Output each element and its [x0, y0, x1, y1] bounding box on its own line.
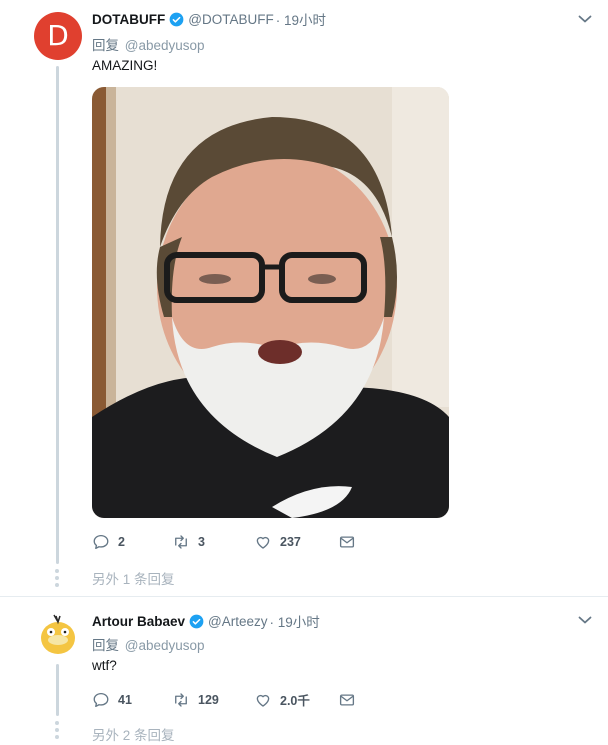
tweet-header: DOTABUFF @DOTABUFF · 19小时 [92, 9, 326, 29]
handle[interactable]: @DOTABUFF [188, 12, 273, 27]
envelope-icon [339, 536, 355, 548]
chevron-down-icon[interactable] [578, 615, 592, 625]
like-count: 2.0千 [280, 694, 310, 708]
like-button[interactable]: 2.0千 [254, 690, 338, 709]
reply-count: 41 [118, 692, 132, 707]
thread-dots [55, 721, 60, 742]
heart-icon [256, 536, 270, 549]
handle[interactable]: @Arteezy [208, 614, 267, 629]
psyduck-avatar-image [34, 610, 82, 658]
reply-to-link[interactable]: @abedyusop [125, 638, 205, 653]
reply-icon [93, 692, 109, 707]
reply-count: 2 [118, 535, 125, 549]
tweet-dotabuff: D DOTABUFF @DOTABUFF · 19小时 回复 @abedyuso… [0, 0, 608, 596]
envelope-icon [339, 693, 355, 706]
avatar[interactable]: D [34, 12, 82, 60]
thread-line [56, 664, 59, 716]
tweet-text: wtf? [92, 658, 117, 673]
reply-icon [93, 534, 109, 550]
action-bar: 41 129 2.0千 [92, 690, 356, 709]
tweet-divider [0, 596, 608, 597]
verified-icon [169, 12, 184, 27]
direct-message-button[interactable] [338, 533, 356, 551]
show-more-replies-link[interactable]: 另外 2 条回复 [92, 724, 175, 744]
reply-button[interactable]: 2 [92, 533, 172, 551]
retweet-button[interactable]: 3 [172, 533, 254, 551]
display-name[interactable]: Artour Babaev [92, 614, 185, 629]
chevron-down-icon[interactable] [578, 14, 592, 24]
tweet-text: AMAZING! [92, 58, 158, 73]
reply-prefix: 回复 [92, 38, 119, 53]
thread-line [56, 66, 59, 564]
retweet-count: 129 [198, 692, 219, 707]
reply-button[interactable]: 41 [92, 691, 172, 709]
tweet-header: Artour Babaev @Arteezy · 19小时 [92, 611, 320, 631]
verified-icon [189, 614, 204, 629]
like-button[interactable]: 237 [254, 533, 338, 551]
retweet-icon [175, 535, 187, 549]
tweet-media-photo[interactable] [92, 87, 449, 518]
thread-dots [55, 569, 60, 590]
action-bar: 2 3 237 [92, 533, 356, 551]
photo-image [92, 87, 449, 518]
timestamp[interactable]: · 19小时 [270, 611, 320, 631]
timestamp[interactable]: · 19小时 [276, 9, 326, 29]
show-more-replies-link[interactable]: 另外 1 条回复 [92, 568, 175, 588]
reply-to-link[interactable]: @abedyusop [125, 38, 205, 53]
retweet-count: 3 [198, 535, 205, 549]
retweet-icon [175, 692, 187, 707]
heart-icon [256, 694, 270, 707]
retweet-button[interactable]: 129 [172, 691, 254, 709]
direct-message-button[interactable] [338, 691, 356, 709]
like-count: 237 [280, 535, 301, 549]
reply-context: 回复 @abedyusop [92, 634, 205, 654]
reply-context: 回复 @abedyusop [92, 34, 205, 54]
reply-prefix: 回复 [92, 638, 119, 653]
display-name[interactable]: DOTABUFF [92, 12, 165, 27]
avatar[interactable] [34, 610, 82, 658]
